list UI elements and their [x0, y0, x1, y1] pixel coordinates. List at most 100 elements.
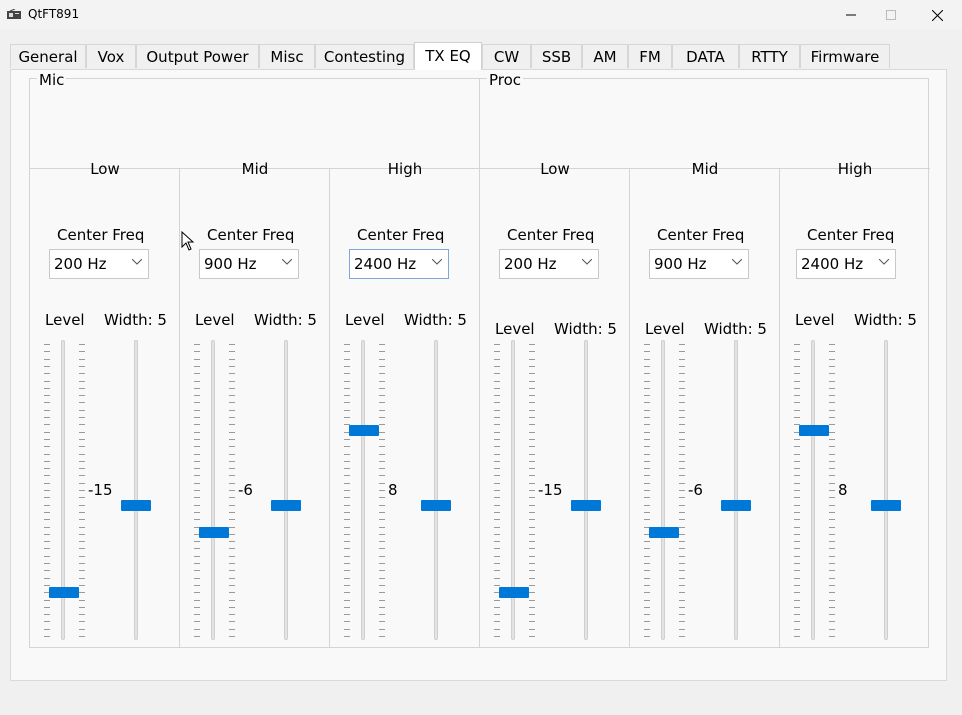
chevron-down-icon: [732, 259, 742, 265]
bands-proc-low-width-slider[interactable]: [584, 340, 588, 640]
tab-rtty[interactable]: RTTY: [739, 44, 800, 68]
tab-misc[interactable]: Misc: [259, 44, 315, 68]
tab-general[interactable]: General: [10, 44, 86, 68]
bands-mic-mid-width-slider-handle[interactable]: [271, 500, 301, 511]
chevron-down-icon: [432, 259, 442, 265]
bands-proc-high-level-ticks-right: [829, 340, 835, 640]
bands-proc-low-level-slider-handle[interactable]: [499, 587, 529, 598]
bands-mic-mid-title: Mid: [241, 160, 269, 178]
close-icon: [931, 9, 943, 21]
close-button[interactable]: [914, 0, 960, 30]
bands-proc-low-level-ticks-right: [529, 340, 535, 640]
bands-mic-low-width-label: Width: 5: [104, 311, 167, 329]
bands-proc-low-level-value: -15: [538, 481, 563, 499]
chevron-down-icon: [282, 259, 292, 265]
bands-mic-high-level-slider-handle[interactable]: [349, 425, 379, 436]
bands-proc-mid-width-slider-handle[interactable]: [721, 500, 751, 511]
bands-proc-high-width-slider[interactable]: [884, 340, 888, 640]
bands-mic-low-level-ticks-right: [79, 340, 85, 640]
proc-group-title: Proc: [487, 71, 524, 89]
bands-mic-mid-level-ticks-right: [229, 340, 235, 640]
mouse-pointer-icon: [181, 231, 195, 251]
bands-mic-low-center-freq-label: Center Freq: [57, 226, 145, 244]
tab-fm[interactable]: FM: [628, 44, 672, 68]
bands-mic-mid-level-slider[interactable]: [211, 340, 215, 640]
bands-mic-mid-center-freq-select[interactable]: 900 Hz: [199, 249, 299, 279]
bands-proc-mid-level-label: Level: [645, 320, 685, 338]
chevron-down-icon: [132, 259, 142, 265]
bands-proc-high-level-slider[interactable]: [811, 340, 815, 640]
bands-proc-mid-level-slider[interactable]: [661, 340, 665, 640]
bands-mic-high-width-slider[interactable]: [434, 340, 438, 640]
radio-icon: [7, 9, 21, 19]
tab-vox[interactable]: Vox: [86, 44, 136, 68]
bands-proc-mid-center-freq-select[interactable]: 900 Hz: [649, 249, 749, 279]
bands-mic-high-level-value: 8: [388, 481, 398, 499]
tab-ssb[interactable]: SSB: [531, 44, 582, 68]
bands-proc-low-title: Low: [540, 160, 570, 178]
bands-proc-low-center-freq-label: Center Freq: [507, 226, 595, 244]
bands-proc-high-width-label: Width: 5: [854, 311, 917, 329]
bands-proc-mid-level-slider-handle[interactable]: [649, 527, 679, 538]
bands-proc-high-center-freq-label: Center Freq: [807, 226, 895, 244]
bands-proc-mid-level-ticks-right: [679, 340, 685, 640]
tab-tx-eq[interactable]: TX EQ: [414, 42, 482, 70]
bands-mic-low-width-slider-handle[interactable]: [121, 500, 151, 511]
tab-am[interactable]: AM: [582, 44, 628, 68]
bands-mic-high-level-label: Level: [345, 311, 385, 329]
bands-mic-high-width-slider-handle[interactable]: [421, 500, 451, 511]
bands-mic-mid-width-slider[interactable]: [284, 340, 288, 640]
bands-mic-mid-level-label: Level: [195, 311, 235, 329]
window-title: QtFT891: [28, 7, 80, 21]
tab-contesting[interactable]: Contesting: [315, 44, 414, 68]
bands-proc-mid-level-value: -6: [688, 481, 703, 499]
bands-proc-mid-width-label: Width: 5: [704, 320, 767, 338]
bands-proc-mid-title: Mid: [691, 160, 719, 178]
bands-proc-low-level-label: Level: [495, 320, 535, 338]
bands-proc-high-center-freq-select[interactable]: 2400 Hz: [796, 249, 896, 279]
bands-proc-mid-width-slider[interactable]: [734, 340, 738, 640]
bands-proc-mid-center-freq-value: 900 Hz: [654, 255, 707, 273]
maximize-button[interactable]: [868, 0, 914, 30]
bands-proc-low-width-slider-handle[interactable]: [571, 500, 601, 511]
bands-mic-high-title: High: [387, 160, 423, 178]
bands-mic-mid-width-label: Width: 5: [254, 311, 317, 329]
bands-mic-high-center-freq-select[interactable]: 2400 Hz: [349, 249, 449, 279]
bands-mic-mid-level-slider-handle[interactable]: [199, 527, 229, 538]
tab-output-power[interactable]: Output Power: [136, 44, 259, 68]
bands-proc-high-level-slider-handle[interactable]: [799, 425, 829, 436]
bands-mic-low-center-freq-select[interactable]: 200 Hz: [49, 249, 149, 279]
bands-mic-low-level-value: -15: [88, 481, 113, 499]
minimize-icon: [846, 14, 856, 16]
bands-proc-low-center-freq-value: 200 Hz: [504, 255, 557, 273]
bands-proc-mid-center-freq-label: Center Freq: [657, 226, 745, 244]
bands-proc-low-center-freq-select[interactable]: 200 Hz: [499, 249, 599, 279]
bands-mic-high-center-freq-label: Center Freq: [357, 226, 445, 244]
maximize-icon: [886, 10, 896, 20]
bands-mic-mid-center-freq-label: Center Freq: [207, 226, 295, 244]
bands-mic-low-level-slider-handle[interactable]: [49, 587, 79, 598]
tab-data[interactable]: DATA: [672, 44, 739, 68]
bands-mic-mid-center-freq-value: 900 Hz: [204, 255, 257, 273]
bands-mic-mid-level-value: -6: [238, 481, 253, 499]
title-bar: QtFT891: [0, 0, 962, 30]
bands-mic-high-level-ticks-right: [379, 340, 385, 640]
bands-proc-high-width-slider-handle[interactable]: [871, 500, 901, 511]
bands-mic-high-center-freq-value: 2400 Hz: [354, 255, 417, 273]
chevron-down-icon: [879, 259, 889, 265]
bands-mic-mid-level-ticks-left: [194, 340, 200, 640]
tab-firmware[interactable]: Firmware: [800, 44, 890, 68]
bands-proc-high-center-freq-value: 2400 Hz: [801, 255, 864, 273]
bands-proc-high-level-ticks-left: [794, 340, 800, 640]
bands-mic-high-level-ticks-left: [344, 340, 350, 640]
bands-mic-low-width-slider[interactable]: [134, 340, 138, 640]
bands-mic-high-width-label: Width: 5: [404, 311, 467, 329]
bands-proc-low-width-label: Width: 5: [554, 320, 617, 338]
mic-group-title: Mic: [37, 71, 67, 89]
bands-proc-high-level-label: Level: [795, 311, 835, 329]
bands-proc-mid-level-ticks-left: [644, 340, 650, 640]
bands-mic-low-level-label: Level: [45, 311, 85, 329]
tab-cw[interactable]: CW: [482, 44, 531, 68]
bands-mic-low-title: Low: [90, 160, 120, 178]
bands-mic-high-level-slider[interactable]: [361, 340, 365, 640]
